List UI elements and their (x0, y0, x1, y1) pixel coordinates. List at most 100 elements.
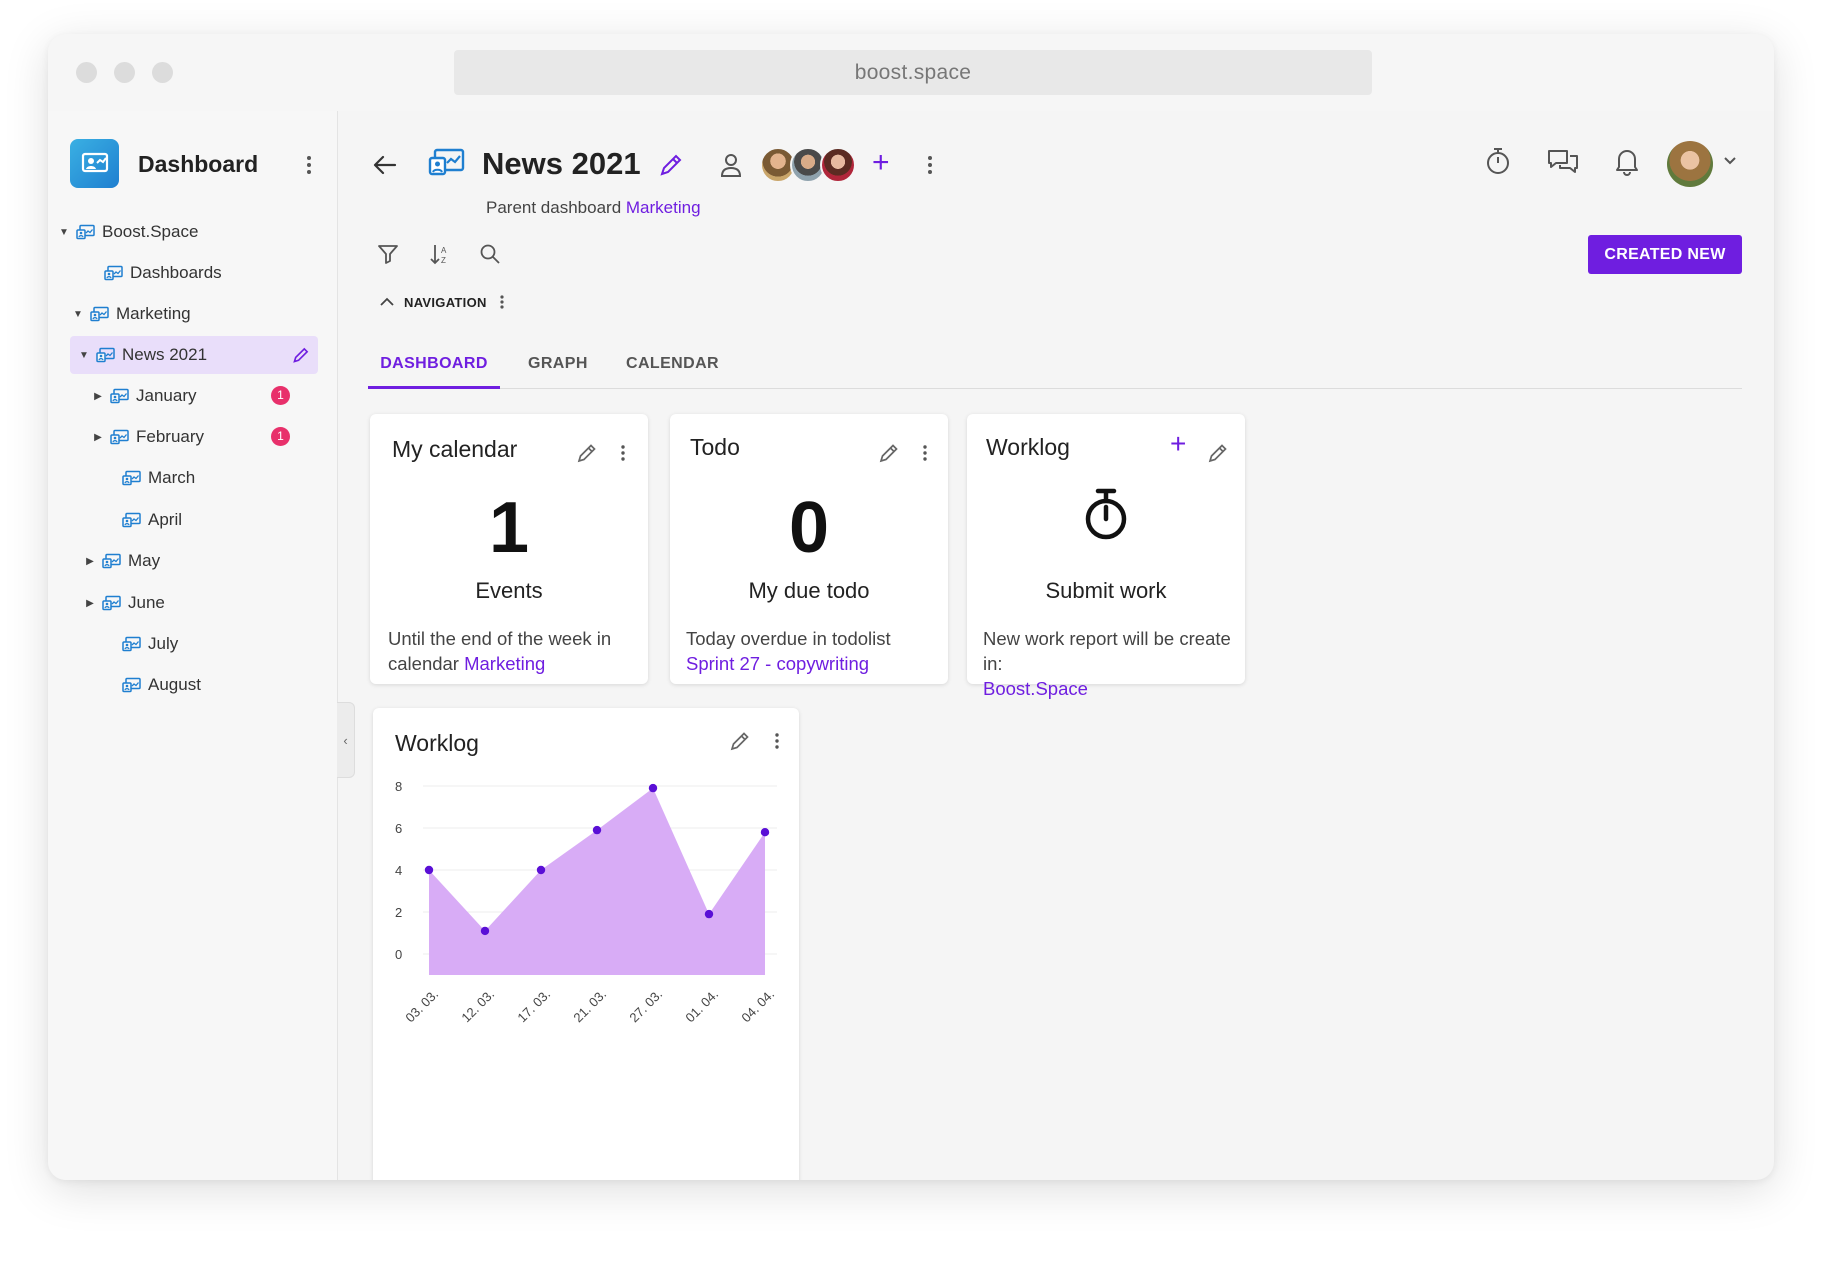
created-new-button[interactable]: CREATED NEW (1588, 235, 1742, 274)
x-tick-label: 21. 03. (570, 987, 609, 1026)
navigation-section-toggle[interactable]: NAVIGATION (378, 294, 505, 310)
dashboard-icon (110, 429, 130, 446)
caret-right-icon[interactable]: ▶ (92, 432, 104, 443)
svg-text:A: A (441, 246, 447, 255)
notification-badge: 1 (271, 386, 290, 405)
calendar-link[interactable]: Marketing (464, 653, 545, 674)
caret-down-icon[interactable]: ▼ (58, 227, 70, 238)
sidebar-item-may[interactable]: ▶ May (48, 542, 308, 580)
tab-dashboard[interactable]: DASHBOARD (368, 352, 500, 389)
caret-right-icon[interactable]: ▶ (84, 556, 96, 567)
svg-text:Z: Z (441, 256, 446, 265)
edit-pencil-icon[interactable] (292, 346, 310, 369)
dashboard-icon (90, 306, 110, 323)
notifications-bell-icon[interactable] (1614, 146, 1640, 181)
sidebar-item-march[interactable]: March (48, 459, 308, 497)
filter-icon[interactable] (376, 242, 400, 271)
y-tick-label: 0 (395, 947, 402, 962)
avatar[interactable] (820, 147, 856, 183)
edit-title-pencil-icon[interactable] (658, 152, 684, 183)
x-tick-label: 27. 03. (626, 987, 665, 1026)
chevron-down-icon[interactable] (1722, 154, 1738, 173)
card-description: New work report will be create in: Boost… (983, 626, 1241, 701)
y-tick-label: 8 (395, 779, 402, 794)
more-icon[interactable] (774, 732, 780, 755)
card-subtitle: Events (475, 578, 543, 603)
dashboard-icon (96, 347, 116, 364)
back-arrow-icon[interactable] (370, 150, 400, 180)
minimize-window-button[interactable] (114, 62, 135, 83)
edit-pencil-icon[interactable] (878, 442, 900, 469)
sidebar-item-news-2021[interactable]: ▼ News 2021 (70, 336, 318, 374)
chat-icon[interactable] (1546, 146, 1580, 181)
close-window-button[interactable] (76, 62, 97, 83)
dashboard-icon (122, 470, 142, 487)
dashboard-tabs: DASHBOARD GRAPH CALENDAR (368, 352, 1742, 389)
navigation-label: NAVIGATION (404, 294, 487, 310)
dashboard-icon (110, 388, 130, 405)
add-member-button[interactable]: + (872, 148, 890, 178)
due-todo-count: 0 (788, 488, 830, 568)
caret-down-icon[interactable]: ▼ (78, 350, 90, 361)
dashboard-icon (102, 553, 122, 570)
sort-icon[interactable]: AZ (428, 242, 452, 271)
sidebar-item-dashboards[interactable]: Dashboards (48, 254, 308, 292)
address-bar[interactable]: boost.space (454, 50, 1372, 95)
sidebar-item-label: Boost.Space (102, 222, 199, 241)
chart-title: Worklog (395, 730, 479, 756)
dashboard-app-icon (70, 139, 119, 188)
worklog-card[interactable]: Worklog + Submit work New work report wi… (967, 414, 1245, 699)
y-tick-label: 2 (395, 905, 402, 920)
dashboard-icon (428, 146, 468, 187)
worklog-target-link[interactable]: Boost.Space (983, 678, 1088, 699)
sidebar-item-august[interactable]: August (48, 666, 308, 704)
search-icon[interactable] (478, 242, 502, 271)
x-tick-label: 17. 03. (514, 987, 553, 1026)
edit-pencil-icon[interactable] (1207, 442, 1229, 469)
title-bar: boost.space (48, 34, 1774, 111)
more-icon[interactable] (922, 444, 928, 467)
dashboard-icon (76, 224, 96, 241)
tab-graph[interactable]: GRAPH (528, 352, 588, 389)
card-subtitle: Submit work (1045, 578, 1167, 603)
sidebar-item-label: July (148, 634, 179, 653)
tab-calendar[interactable]: CALENDAR (626, 352, 719, 389)
caret-right-icon[interactable]: ▶ (92, 391, 104, 402)
edit-pencil-icon[interactable] (729, 730, 751, 757)
sidebar-more-icon[interactable] (304, 153, 314, 177)
collapse-sidebar-icon[interactable]: ‹ (337, 702, 355, 778)
add-worklog-button[interactable]: + (1170, 428, 1186, 460)
sidebar-item-january[interactable]: ▶ January 1 (48, 377, 308, 415)
maximize-window-button[interactable] (152, 62, 173, 83)
sidebar-item-label: News 2021 (122, 345, 208, 364)
todolist-link[interactable]: Sprint 27 - copywriting (686, 653, 869, 674)
sidebar-item-label: August (148, 675, 201, 694)
user-avatar[interactable] (1667, 141, 1713, 187)
navigation-more-icon[interactable] (499, 294, 505, 310)
sidebar-item-july[interactable]: July (48, 625, 308, 663)
data-point (424, 865, 434, 875)
member-avatars[interactable] (760, 147, 856, 183)
data-point (592, 825, 602, 835)
sidebar-item-label: June (128, 593, 165, 612)
edit-pencil-icon[interactable] (576, 442, 598, 469)
sidebar-item-label: January (136, 386, 197, 405)
todo-card[interactable]: Todo 0 My due todo Today overdue in todo… (670, 414, 948, 684)
y-tick-label: 4 (395, 863, 402, 878)
timer-icon[interactable] (1484, 146, 1512, 181)
calendar-card[interactable]: My calendar 1 Events Until the end of th… (370, 414, 648, 684)
caret-right-icon[interactable]: ▶ (84, 598, 96, 609)
header-more-icon[interactable] (926, 154, 934, 181)
caret-down-icon[interactable]: ▼ (72, 309, 84, 320)
dashboard-icon (122, 512, 142, 529)
card-title: Todo (690, 434, 740, 460)
sidebar-item-april[interactable]: April (48, 501, 308, 539)
sidebar-item-june[interactable]: ▶ June (48, 584, 308, 622)
more-icon[interactable] (620, 444, 626, 467)
parent-dashboard-link[interactable]: Marketing (626, 198, 701, 217)
sidebar-item-february[interactable]: ▶ February 1 (48, 418, 308, 456)
sidebar-item-boost-space[interactable]: ▼ Boost.Space (48, 213, 308, 251)
member-person-icon[interactable] (719, 152, 743, 183)
card-description-text: New work report will be create in: (983, 628, 1231, 674)
sidebar-item-marketing[interactable]: ▼ Marketing (48, 295, 308, 333)
